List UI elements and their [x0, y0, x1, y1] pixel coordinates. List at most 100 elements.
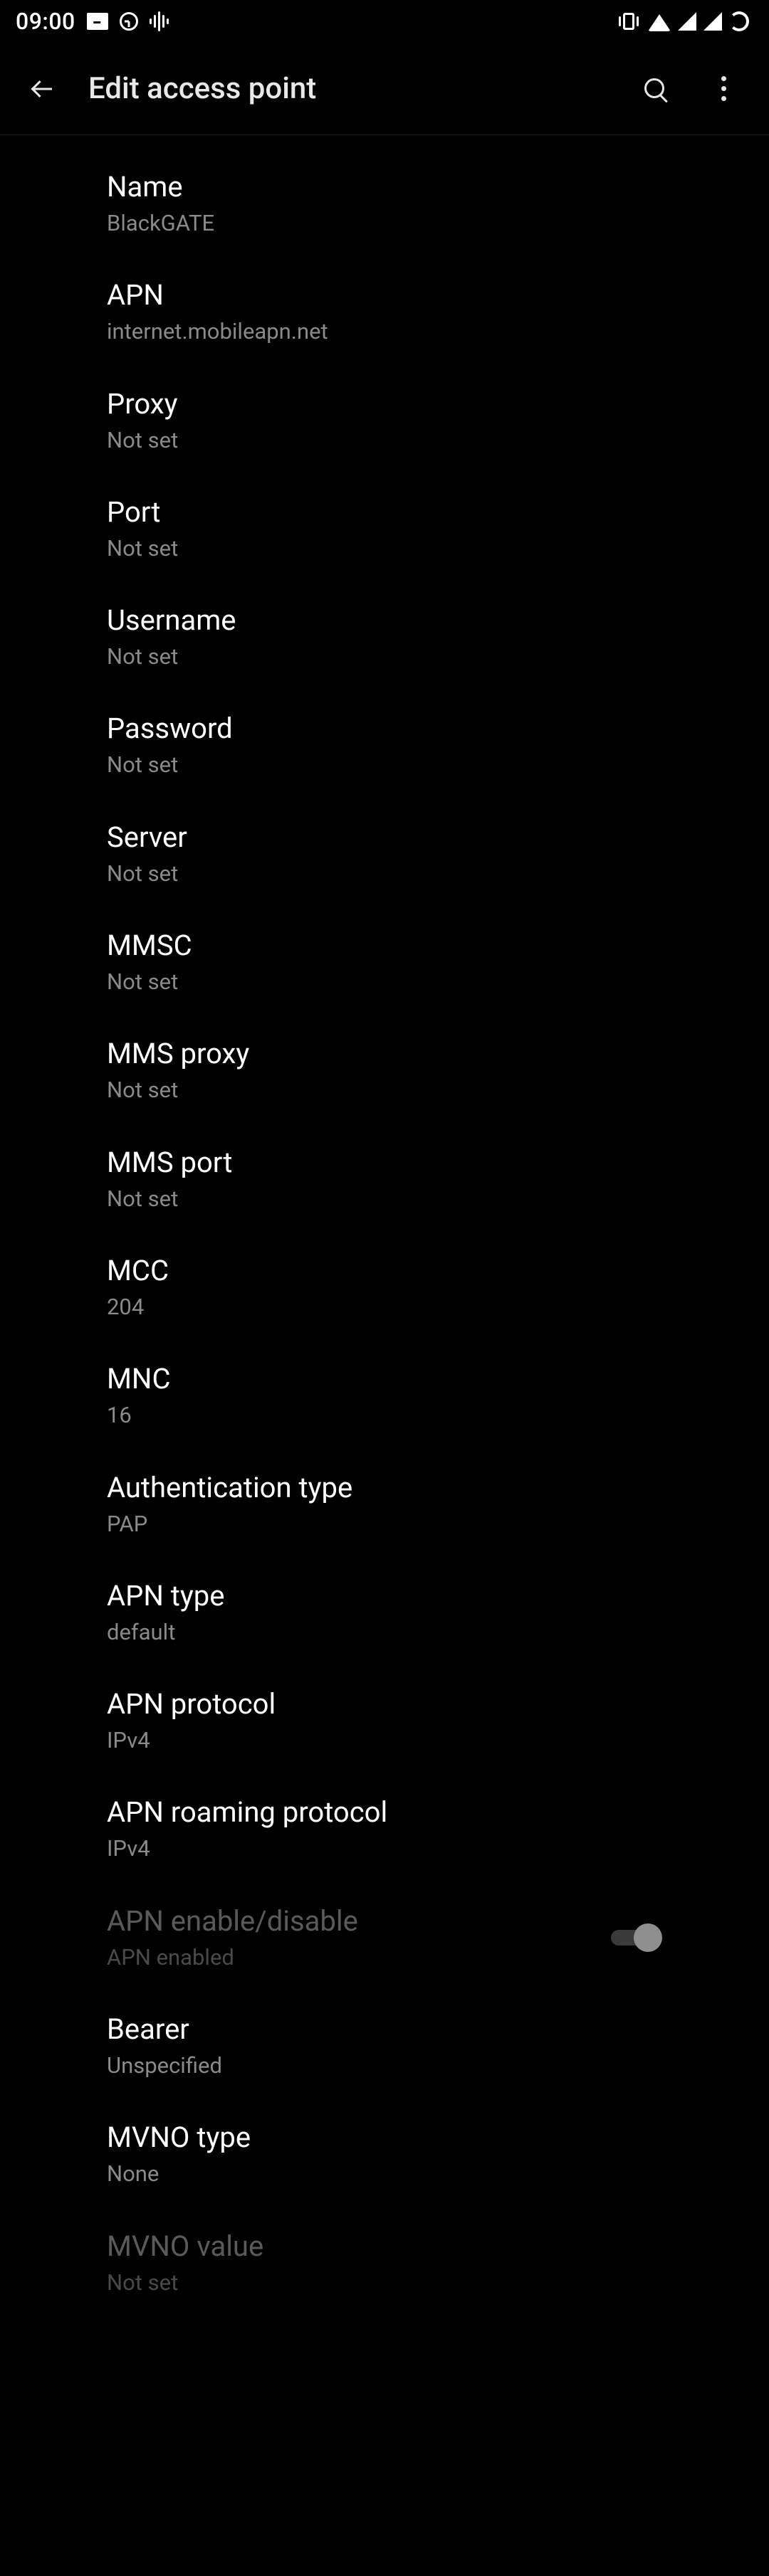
notification-app-icon: ▬	[87, 13, 108, 30]
status-bar-right	[617, 11, 749, 31]
setting-item-text: MVNO value Not set	[107, 2229, 662, 2297]
setting-item-bearer[interactable]: Bearer Unspecified	[0, 1992, 769, 2100]
setting-item-title: MMS proxy	[107, 1036, 662, 1072]
setting-item-value: Not set	[107, 1076, 662, 1104]
setting-item-title: Name	[107, 169, 662, 205]
setting-item-mmsc[interactable]: MMSC Not set	[0, 908, 769, 1016]
setting-item-text: MMS port Not set	[107, 1145, 662, 1213]
setting-item-text: MCC 204	[107, 1253, 662, 1321]
setting-item-mcc[interactable]: MCC 204	[0, 1233, 769, 1341]
setting-item-title: MVNO type	[107, 2120, 662, 2155]
setting-item-value: Unspecified	[107, 2052, 662, 2080]
setting-item-apn-protocol[interactable]: APN protocol IPv4	[0, 1667, 769, 1775]
setting-item-value: PAP	[107, 1510, 662, 1538]
setting-item-name[interactable]: Name BlackGATE	[0, 149, 769, 258]
setting-item-value: None	[107, 2160, 662, 2188]
setting-item-apn-roaming-protocol[interactable]: APN roaming protocol IPv4	[0, 1775, 769, 1883]
setting-item-title: APN protocol	[107, 1686, 662, 1722]
setting-item-mvno-type[interactable]: MVNO type None	[0, 2100, 769, 2208]
settings-list: Name BlackGATE APN internet.mobileapn.net Pr…	[0, 135, 769, 2345]
setting-item-text: MNC 16	[107, 1361, 662, 1430]
setting-item-value: Not set	[107, 751, 662, 779]
setting-item-title: MMS port	[107, 1145, 662, 1181]
overflow-menu-button[interactable]	[703, 69, 743, 109]
signal-icon-1	[678, 12, 696, 31]
setting-item-value: 16	[107, 1401, 662, 1430]
setting-item-server[interactable]: Server Not set	[0, 800, 769, 908]
setting-item-port[interactable]: Port Not set	[0, 475, 769, 583]
setting-item-title: APN	[107, 278, 662, 313]
setting-item-title: Bearer	[107, 2012, 662, 2047]
setting-item-title: MMSC	[107, 928, 662, 964]
setting-item-value: Not set	[107, 426, 662, 455]
setting-item-mnc[interactable]: MNC 16	[0, 1341, 769, 1450]
setting-item-title: Username	[107, 603, 662, 638]
app-bar: Edit access point	[0, 43, 769, 135]
back-button[interactable]	[26, 72, 60, 106]
setting-item-proxy[interactable]: ProxyNot set	[0, 366, 769, 475]
setting-item-text: Username Not set	[107, 603, 662, 671]
setting-item-text: Server Not set	[107, 820, 662, 888]
setting-item-password[interactable]: Password Not set	[0, 691, 769, 799]
setting-item-mms-proxy[interactable]: MMS proxy Not set	[0, 1016, 769, 1124]
setting-item-text: Port Not set	[107, 495, 662, 563]
setting-item-value: 204	[107, 1293, 662, 1321]
loading-spinner-icon	[729, 11, 749, 31]
setting-item-text: MVNO type None	[107, 2120, 662, 2188]
setting-toggle-apn-enable-disable	[611, 1923, 662, 1952]
status-bar-left: 09:00 ▬	[16, 8, 169, 35]
setting-item-title: MCC	[107, 1253, 662, 1289]
setting-item-value: Not set	[107, 534, 662, 563]
setting-item-text: APN enable/disable APN enabled	[107, 1904, 611, 1972]
setting-item-value: default	[107, 1618, 662, 1647]
search-icon	[644, 78, 666, 100]
setting-item-title: MVNO value	[107, 2229, 662, 2264]
setting-item-title: APN type	[107, 1578, 662, 1614]
setting-item-value: IPv4	[107, 1726, 662, 1755]
setting-item-authentication-type[interactable]: Authentication type PAP	[0, 1450, 769, 1558]
setting-item-text: APN protocol IPv4	[107, 1686, 662, 1755]
more-vert-icon	[721, 76, 726, 101]
data-saver-icon	[120, 12, 138, 31]
setting-item-value: Not set	[107, 643, 662, 671]
setting-item-value: IPv4	[107, 1835, 662, 1863]
setting-item-title: Password	[107, 711, 662, 746]
setting-item-title: APN enable/disable	[107, 1904, 611, 1939]
setting-item-text: Bearer Unspecified	[107, 2012, 662, 2080]
setting-item-text: MMS proxy Not set	[107, 1036, 662, 1104]
setting-item-title: MNC	[107, 1361, 662, 1397]
setting-item-text: ProxyNot set	[107, 386, 662, 455]
setting-item-text: MMSC Not set	[107, 928, 662, 996]
status-clock: 09:00	[16, 8, 75, 35]
setting-item-title: Authentication type	[107, 1470, 662, 1506]
setting-item-text: Password Not set	[107, 711, 662, 779]
setting-item-apn-type[interactable]: APN type default	[0, 1558, 769, 1667]
setting-item-title: APN roaming protocol	[107, 1795, 662, 1830]
search-button[interactable]	[635, 69, 675, 109]
setting-item-value: internet.mobileapn.net	[107, 317, 662, 346]
setting-item-apn-enable-disable: APN enable/disable APN enabled	[0, 1884, 769, 1992]
setting-item-mms-port[interactable]: MMS port Not set	[0, 1125, 769, 1233]
setting-item-value: Not set	[107, 968, 662, 996]
page-title: Edit access point	[88, 71, 607, 106]
setting-item-text: APN roaming protocol IPv4	[107, 1795, 662, 1863]
wifi-icon	[648, 14, 671, 31]
status-bar: 09:00 ▬	[0, 0, 769, 43]
setting-item-value: BlackGATE	[107, 209, 662, 238]
setting-item-username[interactable]: Username Not set	[0, 583, 769, 691]
podcast-icon	[150, 11, 169, 31]
toggle-thumb	[634, 1923, 662, 1952]
setting-item-apn[interactable]: APN internet.mobileapn.net	[0, 258, 769, 366]
setting-item-value: Not set	[107, 1185, 662, 1213]
setting-item-title: Server	[107, 820, 662, 855]
back-arrow-icon	[31, 77, 55, 101]
setting-item-text: APN type default	[107, 1578, 662, 1647]
signal-icon-2	[703, 12, 722, 31]
setting-item-title: Port	[107, 495, 662, 530]
setting-item-value: Not set	[107, 2269, 662, 2297]
setting-item-text: Authentication type PAP	[107, 1470, 662, 1538]
setting-item-value: APN enabled	[107, 1943, 611, 1972]
setting-item-value: Not set	[107, 860, 662, 888]
setting-item-text: APN internet.mobileapn.net	[107, 278, 662, 346]
setting-item-mvno-value: MVNO value Not set	[0, 2209, 769, 2317]
